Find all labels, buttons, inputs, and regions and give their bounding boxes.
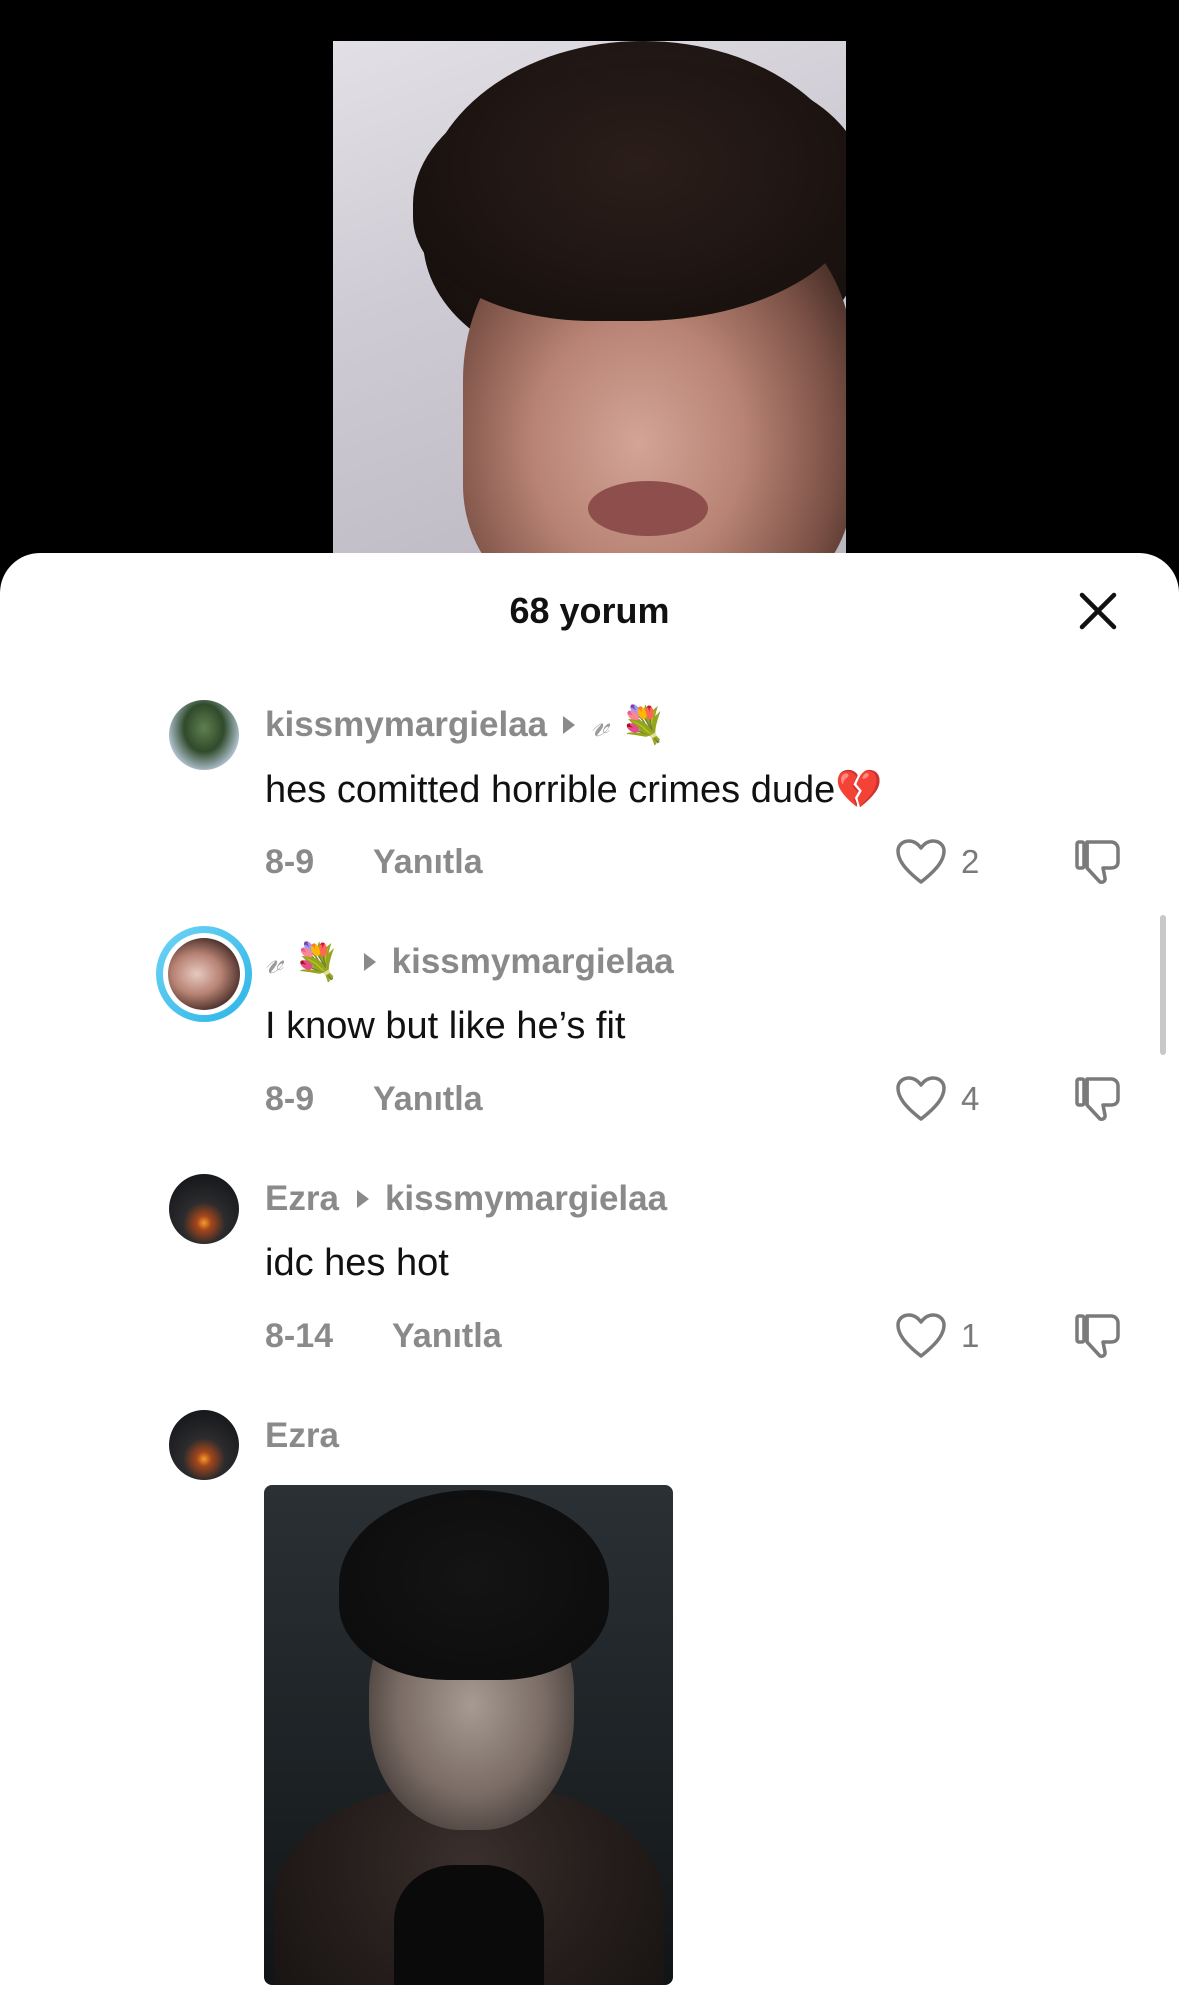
heart-icon bbox=[896, 839, 946, 884]
bouquet-emoji: 💐 bbox=[620, 704, 666, 745]
comment-header: Ezra bbox=[265, 1416, 339, 1456]
username[interactable]: Ezra bbox=[265, 1416, 339, 1456]
bouquet-emoji: 💐 bbox=[294, 941, 340, 982]
reply-to-username[interactable]: kissmymargielaa bbox=[392, 942, 674, 982]
reply-button[interactable]: Yanıtla bbox=[373, 1077, 483, 1121]
heart-icon bbox=[896, 1076, 946, 1121]
comment-date: 8-9 bbox=[265, 843, 315, 881]
reply-arrow-icon bbox=[356, 1190, 369, 1208]
dislike-button[interactable] bbox=[1073, 838, 1123, 886]
avatar[interactable] bbox=[169, 1174, 239, 1244]
dislike-button[interactable] bbox=[1073, 1312, 1123, 1360]
comment-header: Ezra kissmymargielaa bbox=[265, 1179, 667, 1219]
reply-button[interactable]: Yanıtla bbox=[392, 1314, 502, 1358]
like-button[interactable]: 1 bbox=[895, 1312, 979, 1360]
reply-to-username[interactable]: kissmymargielaa bbox=[385, 1179, 667, 1219]
comment-header: kissmymargielaa 𝓋 💐 bbox=[265, 704, 666, 746]
like-count: 4 bbox=[961, 1080, 980, 1117]
avatar-story-ring[interactable] bbox=[156, 926, 252, 1022]
avatar bbox=[168, 938, 240, 1010]
like-count: 1 bbox=[961, 1317, 980, 1354]
like-button[interactable]: 4 bbox=[895, 1075, 979, 1123]
comment-actions: 8-14 Yanıtla 1 bbox=[265, 1312, 1125, 1360]
close-icon[interactable] bbox=[1072, 585, 1124, 637]
comment-text: idc hes hot bbox=[265, 1242, 449, 1284]
avatar[interactable] bbox=[169, 1410, 239, 1480]
comment-text: I know but like he’s fit bbox=[265, 1005, 626, 1047]
avatar[interactable] bbox=[169, 700, 239, 770]
image-shirt bbox=[394, 1865, 544, 1985]
heart-icon bbox=[896, 1313, 946, 1358]
image-hair bbox=[339, 1490, 609, 1680]
comment-attached-image[interactable] bbox=[264, 1485, 673, 1985]
comment-actions: 8-9 Yanıtla 2 bbox=[265, 838, 1125, 886]
thumbs-down-icon bbox=[1075, 1077, 1120, 1121]
reply-button[interactable]: Yanıtla bbox=[373, 840, 483, 884]
reply-to-username[interactable]: 𝓋 bbox=[591, 704, 609, 746]
username[interactable]: Ezra bbox=[265, 1179, 339, 1219]
scrollbar-thumb[interactable] bbox=[1160, 915, 1166, 1055]
reply-arrow-icon bbox=[563, 716, 576, 734]
comment-text: hes comitted horrible crimes dude💔 bbox=[265, 769, 883, 811]
comments-count-title: 68 yorum bbox=[509, 590, 670, 631]
video-subject-lips bbox=[588, 481, 708, 536]
reply-arrow-icon bbox=[363, 953, 376, 971]
comment-date: 8-14 bbox=[265, 1317, 334, 1355]
thumbs-down-icon bbox=[1075, 1314, 1120, 1358]
username[interactable]: 𝓋 bbox=[265, 941, 283, 983]
video-preview[interactable] bbox=[333, 41, 846, 561]
like-button[interactable]: 2 bbox=[895, 838, 979, 886]
comment-actions: 8-9 Yanıtla 4 bbox=[265, 1075, 1125, 1123]
comment-header: 𝓋 💐 kissmymargielaa bbox=[265, 941, 674, 983]
dislike-button[interactable] bbox=[1073, 1075, 1123, 1123]
comment-date: 8-9 bbox=[265, 1080, 315, 1118]
username[interactable]: kissmymargielaa bbox=[265, 705, 547, 745]
thumbs-down-icon bbox=[1075, 840, 1120, 884]
like-count: 2 bbox=[961, 843, 980, 880]
